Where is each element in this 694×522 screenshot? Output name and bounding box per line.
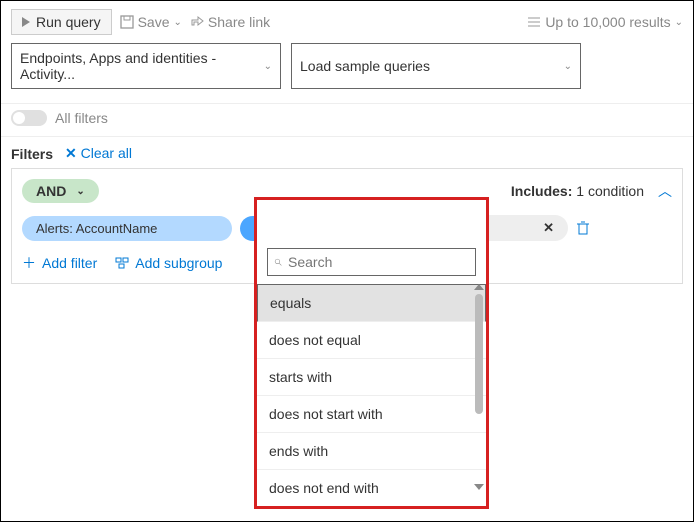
share-button[interactable]: Share link (190, 14, 270, 30)
plus-icon: ＋ (22, 253, 36, 273)
chevron-down-icon: ⌄ (675, 17, 683, 28)
scroll-thumb[interactable] (475, 294, 483, 414)
dropdown-item[interactable]: ends with (257, 433, 486, 470)
chevron-down-icon: ⌄ (564, 61, 572, 72)
all-filters-label: All filters (55, 110, 108, 126)
chevron-down-icon: ⌄ (76, 186, 84, 197)
x-icon: ✕ (65, 145, 77, 161)
clear-input-icon[interactable]: ✕ (543, 220, 554, 236)
delete-filter-button[interactable] (576, 220, 590, 236)
save-icon (120, 15, 134, 29)
trash-icon (576, 220, 590, 236)
dropdown-item[interactable]: starts with (257, 359, 486, 396)
filters-label: Filters (11, 146, 53, 162)
list-icon (527, 16, 541, 28)
add-subgroup-button[interactable]: Add subgroup (115, 253, 222, 273)
clear-all-button[interactable]: ✕ Clear all (65, 145, 132, 162)
all-filters-toggle[interactable] (11, 110, 47, 126)
results-limit-button[interactable]: Up to 10,000 results ⌄ (527, 14, 683, 30)
filter-field-pill[interactable]: Alerts: AccountName (22, 216, 232, 241)
sample-queries-select[interactable]: Load sample queries ⌄ (291, 43, 581, 89)
run-query-button[interactable]: Run query (11, 9, 112, 35)
collapse-button[interactable]: ︿ (658, 181, 672, 201)
dropdown-item[interactable]: equals (257, 284, 486, 322)
includes-label: Includes: 1 condition (511, 183, 644, 199)
operator-dropdown: equals does not equal starts with does n… (254, 197, 489, 509)
add-filter-button[interactable]: ＋ Add filter (22, 253, 97, 273)
run-label: Run query (36, 14, 101, 30)
scroll-down-icon[interactable] (474, 484, 484, 490)
dropdown-item[interactable]: does not equal (257, 322, 486, 359)
dropdown-search-input[interactable] (288, 254, 469, 270)
scope-select[interactable]: Endpoints, Apps and identities - Activit… (11, 43, 281, 89)
subgroup-icon (115, 257, 129, 269)
chevron-down-icon: ⌄ (174, 17, 182, 28)
scrollbar[interactable] (474, 284, 484, 490)
dropdown-item[interactable]: does not start with (257, 396, 486, 433)
play-icon (22, 17, 30, 27)
dropdown-search[interactable] (267, 248, 476, 276)
search-icon (274, 255, 282, 269)
logic-operator-select[interactable]: AND ⌄ (22, 179, 99, 203)
scroll-up-icon[interactable] (474, 284, 484, 290)
share-icon (190, 15, 204, 29)
dropdown-item[interactable]: does not end with (257, 470, 486, 506)
save-button[interactable]: Save ⌄ (120, 14, 182, 30)
chevron-down-icon: ⌄ (264, 61, 272, 72)
